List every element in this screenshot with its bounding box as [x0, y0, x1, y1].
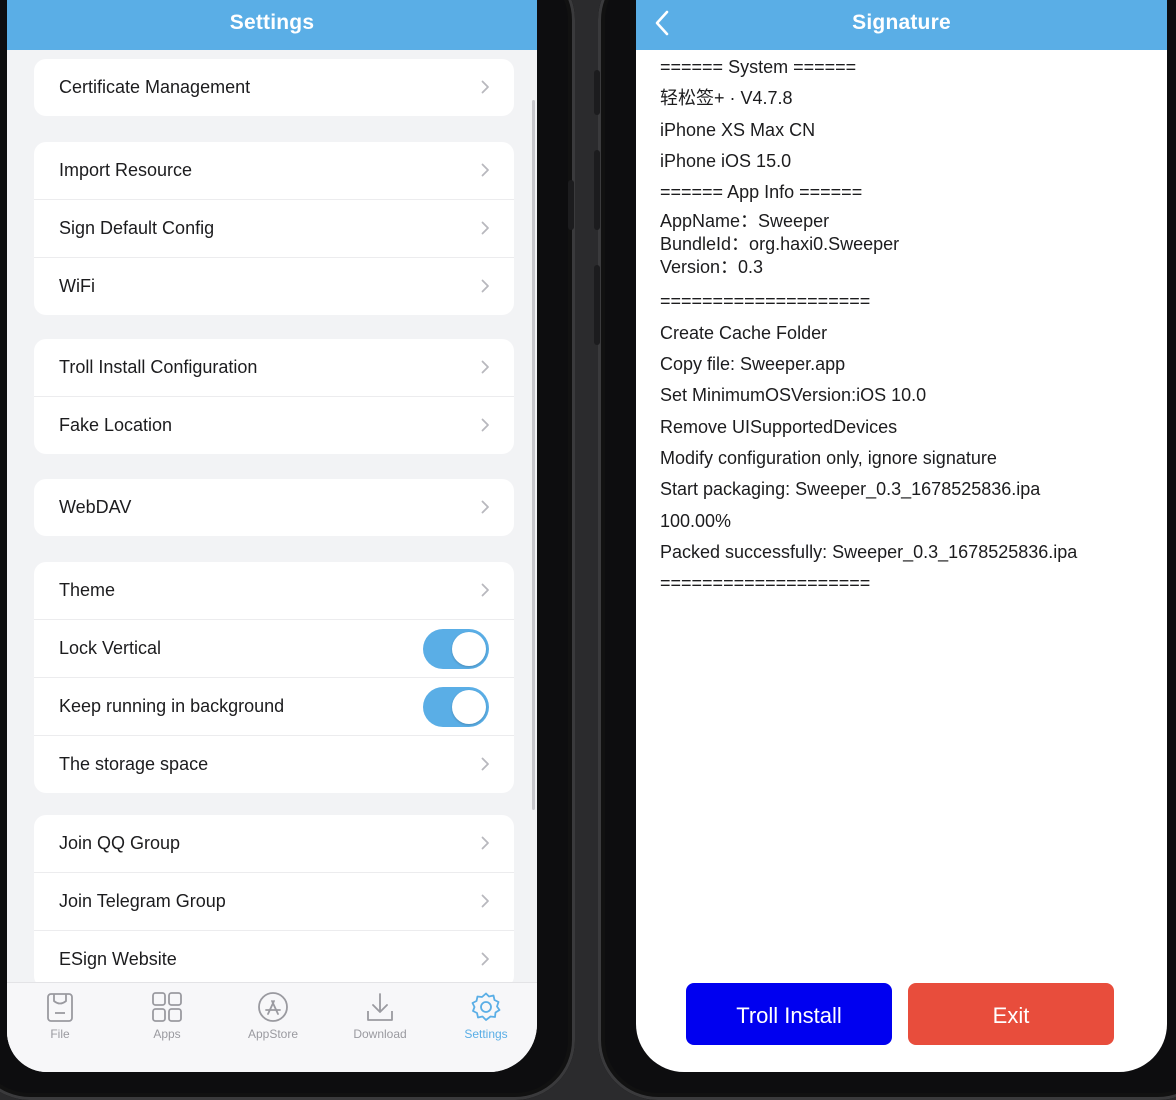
- troll-install-button[interactable]: Troll Install: [686, 983, 892, 1045]
- log-line: Set MinimumOSVersion:iOS 10.0: [660, 385, 927, 406]
- settings-item-label: Sign Default Config: [59, 218, 215, 238]
- log-line: 100.00%: [660, 510, 732, 531]
- log-line: iPhone XS Max CN: [660, 119, 816, 140]
- file-icon: [47, 993, 73, 1022]
- settings-item-label: Join Telegram Group: [59, 891, 226, 911]
- tab-file[interactable]: File: [10, 991, 110, 1041]
- log-line: ====================: [660, 291, 871, 312]
- log-line: Version：0.3: [660, 257, 764, 278]
- log-line: Packed successfully: Sweeper_0.3_1678525…: [660, 541, 1078, 562]
- chevron-right-icon: [481, 757, 489, 771]
- settings-item-label: Join QQ Group: [59, 833, 181, 853]
- settings-item-label: WebDAV: [59, 497, 132, 517]
- settings-item-label: Keep running in background: [59, 696, 285, 716]
- settings-item-troll-install-configuration[interactable]: Troll Install Configuration: [34, 339, 514, 397]
- settings-item-certificate-management[interactable]: Certificate Management: [34, 59, 514, 116]
- settings-item-join-qq-group[interactable]: Join QQ Group: [34, 815, 514, 873]
- chevron-right-icon: [481, 163, 489, 177]
- settings-item-label: The storage space: [59, 754, 209, 774]
- keep-running-toggle[interactable]: [423, 687, 489, 727]
- signature-navbar: Signature: [636, 0, 1167, 50]
- log-line: AppName：Sweeper: [660, 211, 830, 232]
- chevron-right-icon: [481, 952, 489, 966]
- phone-side-button: [594, 265, 600, 345]
- settings-item-label: Certificate Management: [59, 77, 251, 97]
- settings-group-webdav: WebDAV: [34, 479, 514, 536]
- settings-item-esign-website[interactable]: ESign Website: [34, 931, 514, 988]
- log-line: Copy file: Sweeper.app: [660, 354, 846, 375]
- phone-side-button: [594, 150, 600, 230]
- settings-group-community: Join QQ Group Join Telegram Group ESign …: [34, 815, 514, 988]
- chevron-right-icon: [481, 418, 489, 432]
- log-line: ====================: [660, 573, 871, 594]
- tab-apps[interactable]: Apps: [117, 991, 217, 1041]
- toggle-knob: [452, 690, 486, 724]
- chevron-right-icon: [481, 360, 489, 374]
- lock-vertical-toggle[interactable]: [423, 629, 489, 669]
- settings-group-certificates: Certificate Management: [34, 59, 514, 116]
- chevron-right-icon: [481, 583, 489, 597]
- log-line: BundleId：org.haxi0.Sweeper: [660, 234, 900, 255]
- settings-group-resources: Import Resource Sign Default Config WiFi: [34, 142, 514, 315]
- log-line: Remove UISupportedDevices: [660, 416, 898, 437]
- log-line: ====== System ======: [660, 57, 857, 77]
- tab-bar: File Apps AppStore Download Settings: [7, 982, 537, 1072]
- signature-log: ====== System ====== 轻松签+ · V4.7.8 iPhon…: [660, 54, 1077, 601]
- tab-download[interactable]: Download: [330, 991, 430, 1041]
- page-title: Signature: [852, 11, 951, 34]
- log-line: ====== App Info ======: [660, 182, 863, 203]
- tab-label: Download: [353, 1027, 407, 1041]
- chevron-right-icon: [481, 500, 489, 514]
- exit-button[interactable]: Exit: [908, 983, 1114, 1045]
- settings-item-label: Fake Location: [59, 415, 173, 435]
- chevron-right-icon: [481, 80, 489, 94]
- scrollbar[interactable]: [532, 100, 535, 810]
- settings-item-label: Import Resource: [59, 160, 193, 180]
- settings-item-join-telegram-group[interactable]: Join Telegram Group: [34, 873, 514, 931]
- settings-item-import-resource[interactable]: Import Resource: [34, 142, 514, 200]
- settings-item-lock-vertical: Lock Vertical: [34, 620, 514, 678]
- chevron-right-icon: [481, 279, 489, 293]
- settings-item-label: Lock Vertical: [59, 638, 162, 658]
- appstore-icon: [258, 992, 288, 1022]
- settings-item-sign-default-config[interactable]: Sign Default Config: [34, 200, 514, 258]
- log-line: Modify configuration only, ignore signat…: [660, 447, 997, 468]
- toggle-knob: [452, 632, 486, 666]
- chevron-right-icon: [481, 894, 489, 908]
- tab-label: Settings: [464, 1027, 508, 1041]
- apps-grid-icon: [152, 992, 182, 1022]
- chevron-right-icon: [481, 836, 489, 850]
- settings-item-fake-location[interactable]: Fake Location: [34, 397, 514, 454]
- settings-screen: Settings Certificate Management Import R…: [7, 0, 537, 1072]
- tab-label: AppStore: [247, 1027, 299, 1041]
- settings-item-webdav[interactable]: WebDAV: [34, 479, 514, 536]
- signature-screen: Signature ====== System ====== 轻松签+ · V4…: [636, 0, 1167, 1072]
- settings-item-label: ESign Website: [59, 949, 177, 969]
- settings-navbar: Settings: [7, 0, 537, 50]
- settings-item-label: Troll Install Configuration: [59, 357, 258, 377]
- gear-icon: [471, 992, 501, 1021]
- tab-appstore[interactable]: AppStore: [223, 991, 323, 1041]
- log-line: iPhone iOS 15.0: [660, 150, 792, 171]
- settings-item-storage-space[interactable]: The storage space: [34, 736, 514, 793]
- settings-group-install: Troll Install Configuration Fake Locatio…: [34, 339, 514, 454]
- settings-item-label: Theme: [59, 580, 116, 600]
- tab-label: File: [50, 1027, 70, 1041]
- tab-settings[interactable]: Settings: [436, 991, 536, 1041]
- phone-side-button: [594, 70, 600, 115]
- settings-item-wifi[interactable]: WiFi: [34, 258, 514, 315]
- settings-item-theme[interactable]: Theme: [34, 562, 514, 620]
- download-icon: [367, 993, 393, 1021]
- page-title: Settings: [229, 11, 315, 34]
- settings-group-appearance: Theme Lock Vertical Keep running in back…: [34, 562, 514, 793]
- settings-item-keep-running-background: Keep running in background: [34, 678, 514, 736]
- log-line: Create Cache Folder: [660, 322, 828, 343]
- settings-item-label: WiFi: [59, 276, 95, 296]
- phone-side-button: [568, 180, 574, 230]
- log-line: Start packaging: Sweeper_0.3_1678525836.…: [660, 479, 1041, 500]
- chevron-right-icon: [481, 221, 489, 235]
- log-line: 轻松签+ · V4.7.8: [660, 88, 793, 109]
- tab-label: Apps: [153, 1027, 181, 1041]
